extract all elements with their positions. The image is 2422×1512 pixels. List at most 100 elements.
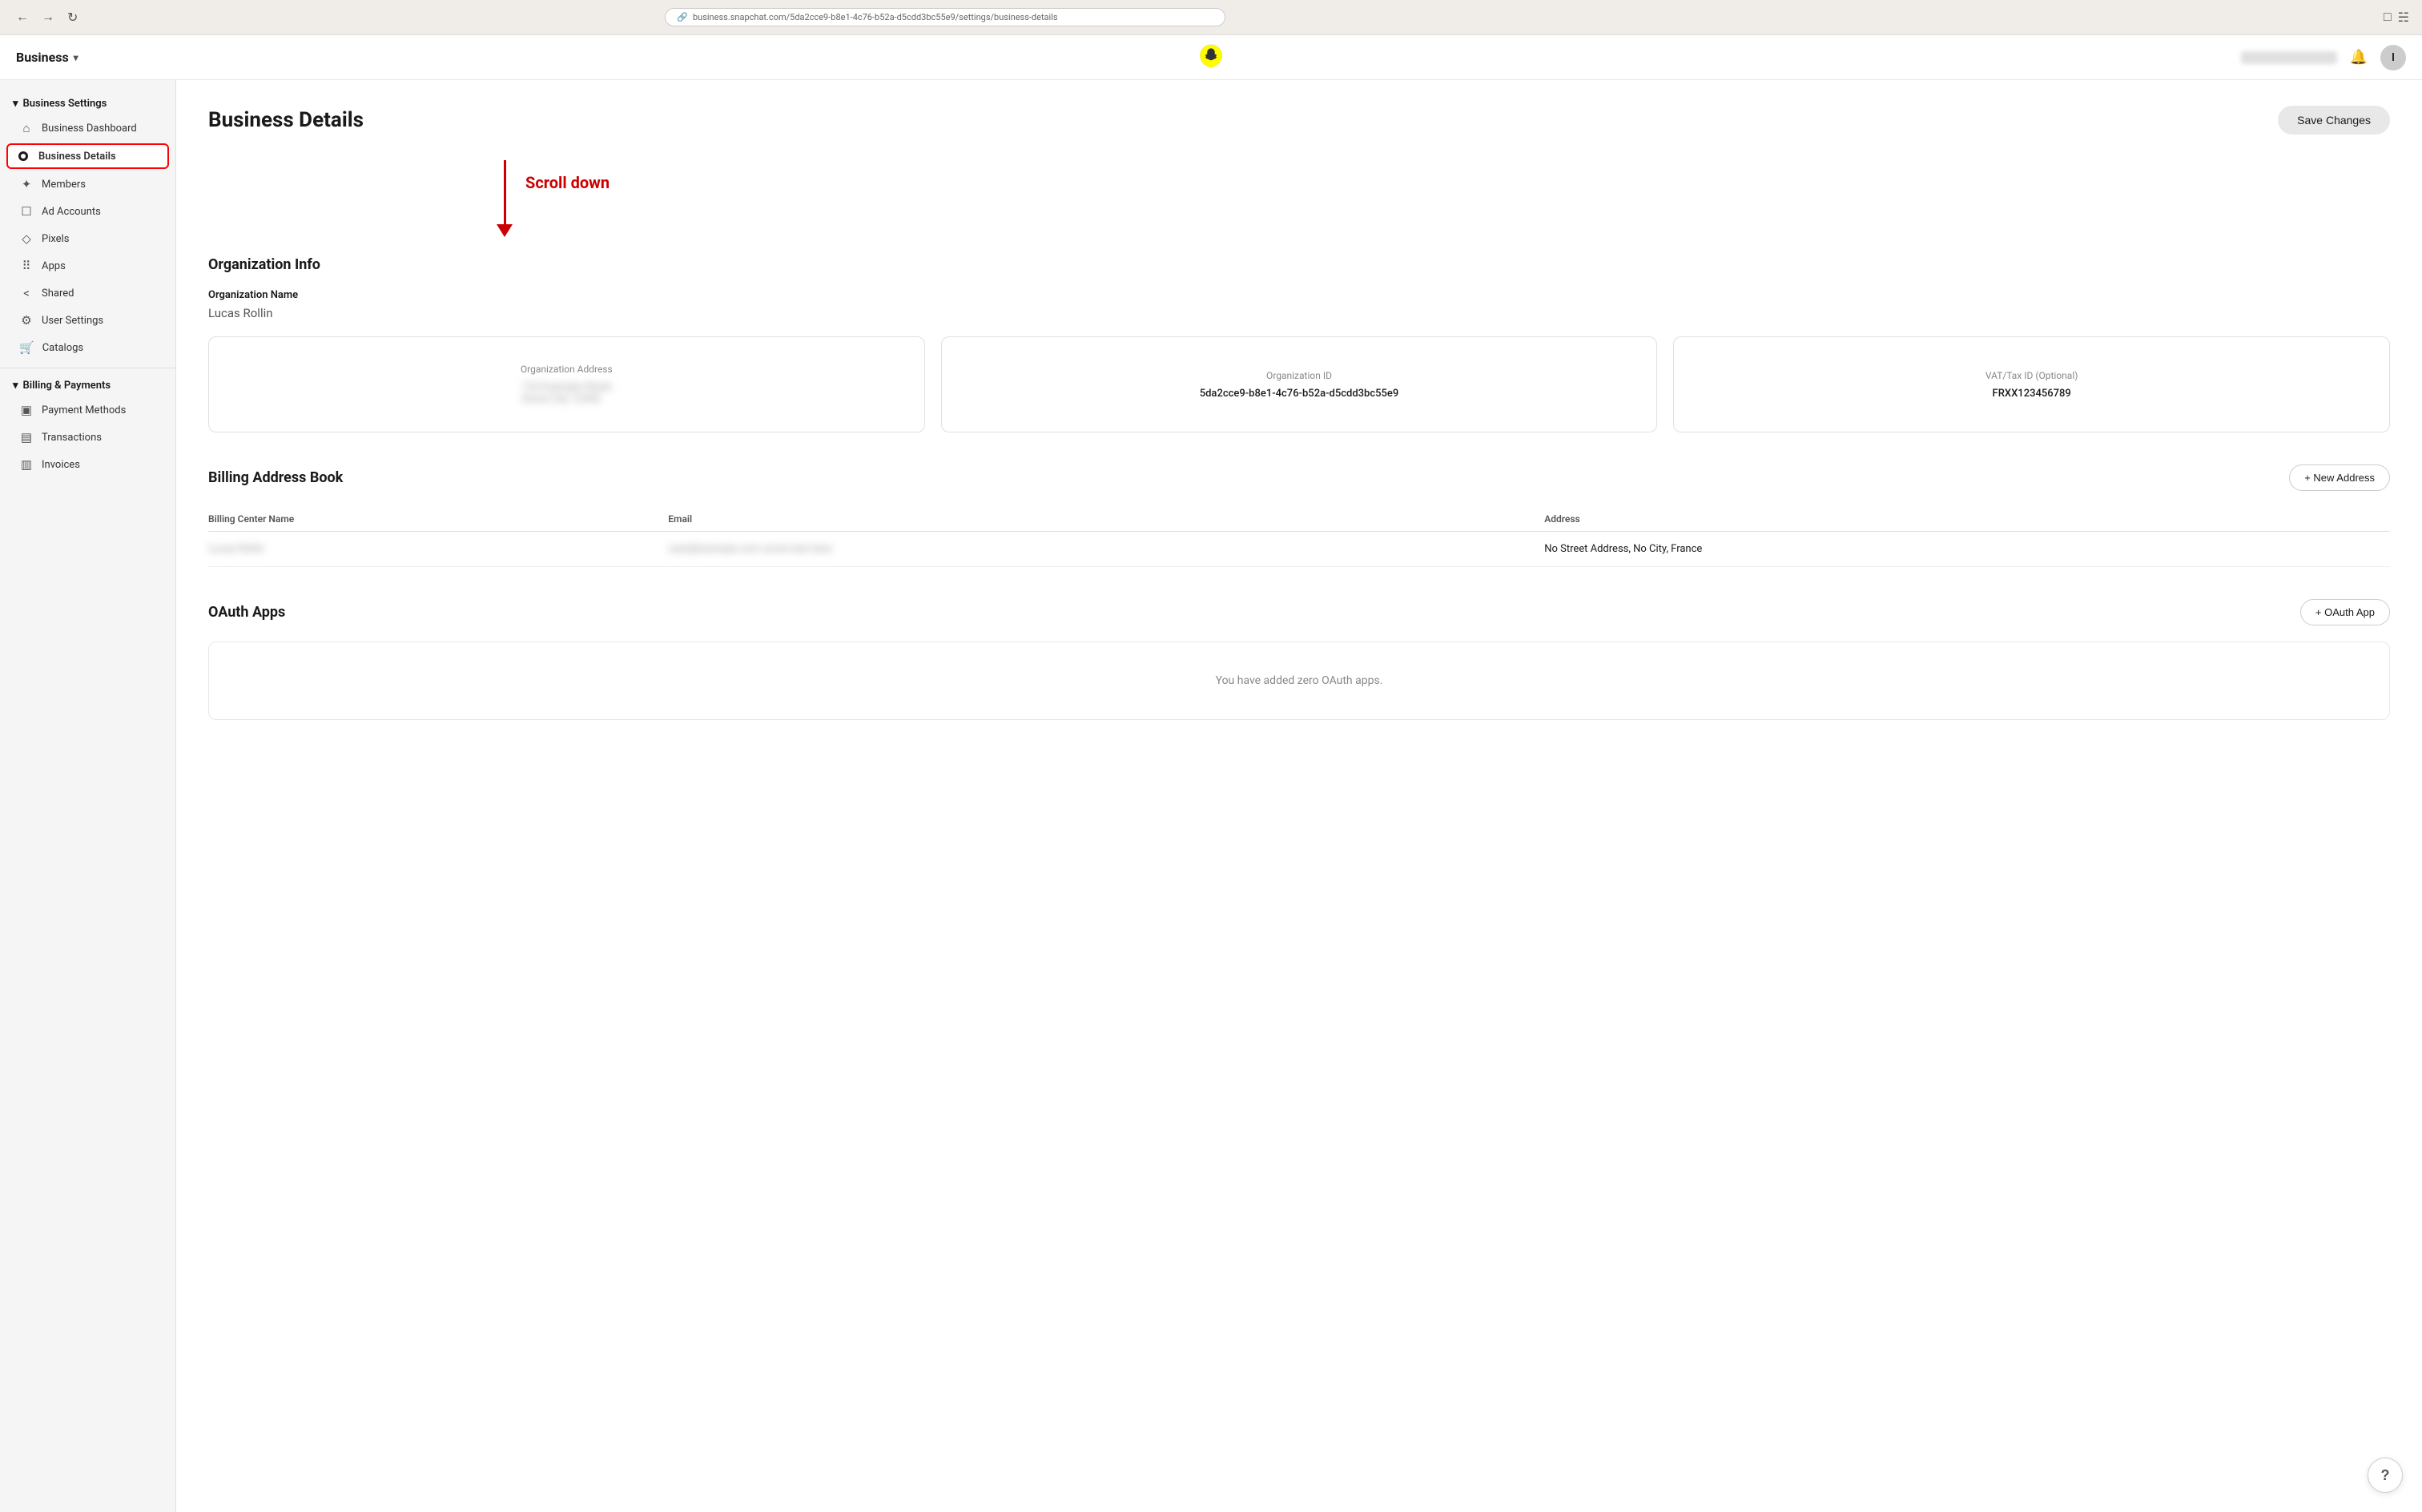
user-info-blurred [2241, 51, 2337, 64]
billing-address-section: Billing Address Book + New Address Billi… [208, 464, 2390, 567]
layout: ▾ Business Settings ⌂ Business Dashboard… [0, 80, 2422, 1512]
header-right: 🔔 I [2241, 45, 2406, 70]
email-cell: user@example.com some text here [668, 532, 1544, 567]
arrow-head [497, 224, 513, 237]
sidebar-item-catalogs[interactable]: 🛒 Catalogs [0, 334, 175, 361]
sidebar-item-label: Payment Methods [42, 404, 126, 416]
sidebar-item-pixels[interactable]: ◇ Pixels [0, 225, 175, 252]
sidebar-section-label: Business Settings [23, 98, 107, 110]
new-address-button[interactable]: + New Address [2289, 464, 2390, 491]
arrow-line [504, 160, 506, 224]
org-id-value: 5da2cce9-b8e1-4c76-b52a-d5cdd3bc55e9 [1200, 388, 1399, 400]
new-tab-button[interactable]: □ [2384, 10, 2392, 25]
pixels-icon: ◇ [19, 231, 34, 246]
org-id-card[interactable]: Organization ID 5da2cce9-b8e1-4c76-b52a-… [941, 336, 1658, 432]
sidebar-section-billing[interactable]: ▾ Billing & Payments [0, 375, 175, 396]
org-section-title: Organization Info [208, 256, 320, 273]
scroll-annotation: Scroll down [208, 160, 2390, 237]
billing-table-body: Lucas Rollin user@example.com some text … [208, 532, 2390, 567]
sidebar-item-business-dashboard[interactable]: ⌂ Business Dashboard [0, 115, 175, 142]
sidebar-item-business-details[interactable]: Business Details [6, 143, 169, 169]
address-bar[interactable]: 🔗 business.snapchat.com/5da2cce9-b8e1-4c… [665, 8, 1225, 26]
shared-icon: < [19, 286, 34, 300]
sidebar-item-user-settings[interactable]: ⚙ User Settings [0, 307, 175, 334]
col-address: Address [1544, 507, 2390, 532]
sidebar-item-invoices[interactable]: ▥ Invoices [0, 451, 175, 478]
oauth-section: OAuth Apps + OAuth App You have added ze… [208, 599, 2390, 720]
sidebar-item-label: Ad Accounts [42, 206, 101, 218]
org-vat-label: VAT/Tax ID (Optional) [1985, 370, 2078, 381]
sidebar-item-label: Business Details [38, 151, 116, 163]
billing-name-blurred: Lucas Rollin [208, 543, 264, 555]
chevron-down-icon: ▾ [13, 380, 18, 392]
app-header: Business ▾ 🔔 I [0, 35, 2422, 80]
sidebar-item-label: Members [42, 179, 86, 191]
sidebar-item-apps[interactable]: ⠿ Apps [0, 252, 175, 279]
snapchat-logo [1198, 43, 1224, 72]
help-button[interactable]: ? [2368, 1458, 2403, 1493]
page-title: Business Details [208, 108, 364, 132]
email-blurred: user@example.com some text here [668, 543, 831, 555]
org-section-header: Organization Info [208, 256, 2390, 273]
browser-right: □ ☵ [2384, 10, 2409, 26]
transactions-icon: ▤ [19, 430, 34, 444]
billing-section-title: Billing Address Book [208, 469, 343, 486]
oauth-empty-text: You have added zero OAuth apps. [1216, 674, 1383, 687]
oauth-section-title: OAuth Apps [208, 604, 285, 621]
org-cards: Organization Address 123 Example StreetS… [208, 336, 2390, 432]
sidebar-item-ad-accounts[interactable]: ☐ Ad Accounts [0, 198, 175, 225]
org-vat-card[interactable]: VAT/Tax ID (Optional) FRXX123456789 [1673, 336, 2390, 432]
business-chevron-icon: ▾ [74, 52, 78, 63]
settings-icon: ⚙ [19, 313, 34, 328]
sidebar-item-label: Business Dashboard [42, 123, 137, 135]
table-row: Lucas Rollin user@example.com some text … [208, 532, 2390, 567]
org-address-card[interactable]: Organization Address 123 Example StreetS… [208, 336, 925, 432]
scroll-arrow-container [497, 160, 513, 237]
sidebar-item-label: Pixels [42, 233, 69, 245]
billing-section-header: Billing Address Book + New Address [208, 464, 2390, 491]
org-name-label: Organization Name [208, 289, 2390, 301]
sidebar-item-payment-methods[interactable]: ▣ Payment Methods [0, 396, 175, 424]
avatar[interactable]: I [2380, 45, 2406, 70]
oauth-section-header: OAuth Apps + OAuth App [208, 599, 2390, 625]
sidebar-item-label: Shared [42, 288, 74, 300]
sidebar-item-transactions[interactable]: ▤ Transactions [0, 424, 175, 451]
page-header: Business Details Save Changes [208, 106, 2390, 135]
invoices-icon: ▥ [19, 457, 34, 472]
org-address-value: 123 Example StreetSome City 12345 [521, 381, 611, 405]
billing-table: Billing Center Name Email Address Lucas … [208, 507, 2390, 567]
scroll-down-label: Scroll down [525, 173, 610, 192]
col-billing-center-name: Billing Center Name [208, 507, 668, 532]
sidebar-item-label: Apps [42, 260, 66, 272]
business-menu[interactable]: Business ▾ [16, 50, 78, 65]
back-button[interactable]: ← [13, 7, 32, 28]
sidebar-section-business-settings[interactable]: ▾ Business Settings [0, 93, 175, 115]
sidebar-item-label: Invoices [42, 459, 80, 471]
oauth-app-button[interactable]: + OAuth App [2300, 599, 2390, 625]
browser-bar: ← → ↻ 🔗 business.snapchat.com/5da2cce9-b… [0, 0, 2422, 35]
org-vat-value: FRXX123456789 [1993, 388, 2071, 400]
payment-icon: ▣ [19, 403, 34, 417]
org-id-label: Organization ID [1266, 370, 1332, 381]
apps-icon: ⠿ [19, 259, 34, 273]
refresh-button[interactable]: ↻ [64, 6, 81, 29]
address-cell: No Street Address, No City, France [1544, 532, 2390, 567]
chevron-down-icon: ▾ [13, 98, 18, 110]
billing-section-label: Billing & Payments [23, 380, 111, 392]
main-content: Business Details Save Changes Scroll dow… [176, 80, 2422, 1512]
lock-icon: 🔗 [677, 12, 688, 22]
billing-table-header: Billing Center Name Email Address [208, 507, 2390, 532]
forward-button[interactable]: → [38, 7, 58, 28]
org-address-label: Organization Address [521, 364, 613, 375]
sidebar-item-label: Transactions [42, 432, 102, 444]
members-icon: ✦ [19, 177, 34, 191]
billing-center-name-cell: Lucas Rollin [208, 532, 668, 567]
notification-bell-icon[interactable]: 🔔 [2350, 49, 2368, 66]
sidebar-item-members[interactable]: ✦ Members [0, 171, 175, 198]
sidebar-toggle-button[interactable]: ☵ [2398, 10, 2409, 26]
business-details-icon [16, 150, 30, 163]
sidebar-item-shared[interactable]: < Shared [0, 279, 175, 307]
sidebar: ▾ Business Settings ⌂ Business Dashboard… [0, 80, 176, 1512]
save-changes-button[interactable]: Save Changes [2278, 106, 2390, 135]
org-name-value: Lucas Rollin [208, 306, 2390, 320]
